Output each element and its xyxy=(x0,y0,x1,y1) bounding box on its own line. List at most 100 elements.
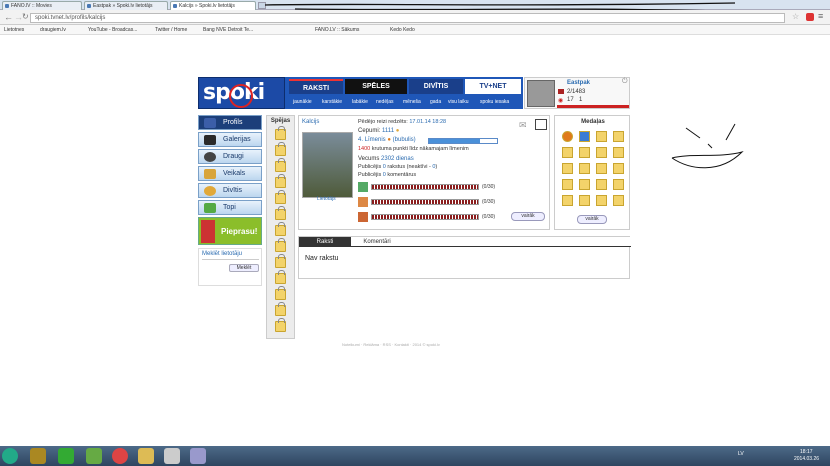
taskbar: LV 18:17 2014.03.26 xyxy=(0,446,830,466)
pieprasu-button[interactable]: Pieprasu! xyxy=(198,217,262,245)
subnav-labakie[interactable]: labākie xyxy=(352,96,368,108)
medal-icon[interactable] xyxy=(579,195,590,206)
locked-ability-icon[interactable] xyxy=(275,190,286,204)
locked-ability-icon[interactable] xyxy=(275,238,286,252)
locked-ability-icon[interactable] xyxy=(275,254,286,268)
medal-icon[interactable] xyxy=(579,131,590,142)
user-search-box: Meklēt lietotāju Meklēt xyxy=(198,248,262,286)
subnav-nedelas[interactable]: nedēļas xyxy=(376,96,394,108)
extension-icon[interactable] xyxy=(806,13,814,21)
app-icon-2[interactable] xyxy=(58,448,74,464)
sidebar-item-draugi[interactable]: Draugi xyxy=(198,149,262,164)
medal-icon[interactable] xyxy=(562,179,573,190)
bookmark-bang[interactable]: Bang NVE Detroit Te... xyxy=(203,25,253,35)
utorrent-icon[interactable] xyxy=(86,448,102,464)
bookmark-draugiem[interactable]: draugiem.lv xyxy=(40,25,66,35)
sidebar-item-topi[interactable]: Topi xyxy=(198,200,262,215)
sidebar-item-divitis[interactable]: Divītis xyxy=(198,183,262,198)
back-icon[interactable]: ← xyxy=(4,12,13,22)
site-logo[interactable]: spoki xyxy=(198,77,285,109)
tab-kalcijs[interactable]: Kalcijs » Spoki.lv lietotājs xyxy=(170,1,256,10)
tab-title: FANO.lV :: Movies xyxy=(11,3,52,9)
favicon-icon xyxy=(5,4,9,8)
locked-ability-icon[interactable] xyxy=(275,206,286,220)
medal-icon[interactable] xyxy=(596,179,607,190)
profile-panel: Kalcijs Lietotājs Pēdējo reizi redzēts: … xyxy=(298,115,550,230)
medal-icon[interactable] xyxy=(613,163,624,174)
subnav-gada[interactable]: gada xyxy=(430,96,441,108)
locked-ability-icon[interactable] xyxy=(275,286,286,300)
sidebar-item-profils[interactable]: Profils xyxy=(198,115,262,130)
medal-icon[interactable] xyxy=(562,147,573,158)
reload-icon[interactable]: ↻ xyxy=(22,12,29,21)
logout-icon[interactable]: ⏻ xyxy=(622,78,628,86)
locked-ability-icon[interactable] xyxy=(275,302,286,316)
clock-date[interactable]: 2014.03.26 xyxy=(794,456,819,462)
bookmark-fano[interactable]: FANO.LV :: Sākums xyxy=(315,25,359,35)
sidebar-item-veikals[interactable]: Veikals xyxy=(198,166,262,181)
tab-eastpak[interactable]: Eastpak » Spoki.lv lietotājs xyxy=(84,1,168,10)
subnav-jaunakie[interactable]: jaunākie xyxy=(293,96,312,108)
medal-icon[interactable] xyxy=(613,131,624,142)
stat-bar-2 xyxy=(371,199,479,205)
locked-ability-icon[interactable] xyxy=(275,142,286,156)
age-line: Vecums 2302 dienas xyxy=(358,156,414,162)
subnav-visu-laiku[interactable]: visu laiku xyxy=(448,96,469,108)
favicon-icon xyxy=(173,4,177,8)
search-button[interactable]: Meklēt xyxy=(229,264,259,272)
search-input[interactable] xyxy=(202,259,259,260)
subnav-spoku-iesaka[interactable]: spoku iesaka xyxy=(480,96,509,108)
tab-fano[interactable]: FANO.lV :: Movies xyxy=(2,1,82,10)
bookmark-twitter[interactable]: Twitter / Home xyxy=(155,25,187,35)
url-field[interactable]: spoki.tvnet.lv/profils/kalcijs xyxy=(30,13,785,23)
medal-icon[interactable] xyxy=(579,147,590,158)
medal-icon[interactable] xyxy=(613,195,624,206)
bookmark-kedo[interactable]: Kedo Kedo xyxy=(390,25,415,35)
lang-indicator[interactable]: LV xyxy=(738,451,744,457)
medal-icon[interactable] xyxy=(579,163,590,174)
locked-ability-icon[interactable] xyxy=(275,126,286,140)
nav-speles[interactable]: SPĒLES xyxy=(345,79,407,94)
locked-ability-icon[interactable] xyxy=(275,222,286,236)
medal-icon[interactable] xyxy=(596,147,607,158)
spoki-badge-icon[interactable] xyxy=(535,119,547,130)
locked-ability-icon[interactable] xyxy=(275,158,286,172)
medal-icon[interactable] xyxy=(562,195,573,206)
subnav-karstakie[interactable]: karstākie xyxy=(322,96,342,108)
app-icon-1[interactable] xyxy=(30,448,46,464)
mail-icon[interactable]: ✉ xyxy=(519,120,527,131)
medal-icon[interactable] xyxy=(613,147,624,158)
explorer-icon[interactable] xyxy=(138,448,154,464)
clock-time[interactable]: 18:17 xyxy=(800,449,813,455)
medal-icon[interactable] xyxy=(596,195,607,206)
start-icon[interactable] xyxy=(2,448,18,464)
user-name[interactable]: Eastpak xyxy=(567,80,590,86)
locked-ability-icon[interactable] xyxy=(275,318,286,332)
profile-more-button[interactable]: vairāk xyxy=(511,212,545,221)
medal-icon[interactable] xyxy=(596,163,607,174)
locked-ability-icon[interactable] xyxy=(275,270,286,284)
tab-raksti[interactable]: Raksti xyxy=(299,237,351,247)
app-icon-3[interactable] xyxy=(164,448,180,464)
menu-icon[interactable]: ≡ xyxy=(818,11,823,21)
chrome-icon[interactable] xyxy=(112,448,128,464)
medal-icon[interactable] xyxy=(579,179,590,190)
bookmark-apps[interactable]: Lietotnes xyxy=(4,25,24,35)
bookmark-youtube[interactable]: YouTube - Broadcas... xyxy=(88,25,137,35)
locked-ability-icon[interactable] xyxy=(275,174,286,188)
nav-divitis[interactable]: DIVĪTIS xyxy=(409,79,463,94)
profile-photo[interactable] xyxy=(302,132,353,198)
nav-raksti[interactable]: RAKSTI xyxy=(289,79,343,94)
sidebar-item-galerijas[interactable]: Galerijas xyxy=(198,132,262,147)
medals-more-button[interactable]: vairāk xyxy=(577,215,607,224)
tab-komentari[interactable]: Komentāri xyxy=(355,237,399,247)
medal-icon[interactable] xyxy=(562,131,573,142)
subnav-menesa[interactable]: mēneša xyxy=(403,96,421,108)
nav-tvnet[interactable]: TV+NET xyxy=(465,79,521,94)
medal-icon[interactable] xyxy=(613,179,624,190)
medal-icon[interactable] xyxy=(596,131,607,142)
app-icon-4[interactable] xyxy=(190,448,206,464)
avatar[interactable] xyxy=(527,80,555,107)
medal-icon[interactable] xyxy=(562,163,573,174)
star-icon[interactable]: ☆ xyxy=(792,12,799,21)
